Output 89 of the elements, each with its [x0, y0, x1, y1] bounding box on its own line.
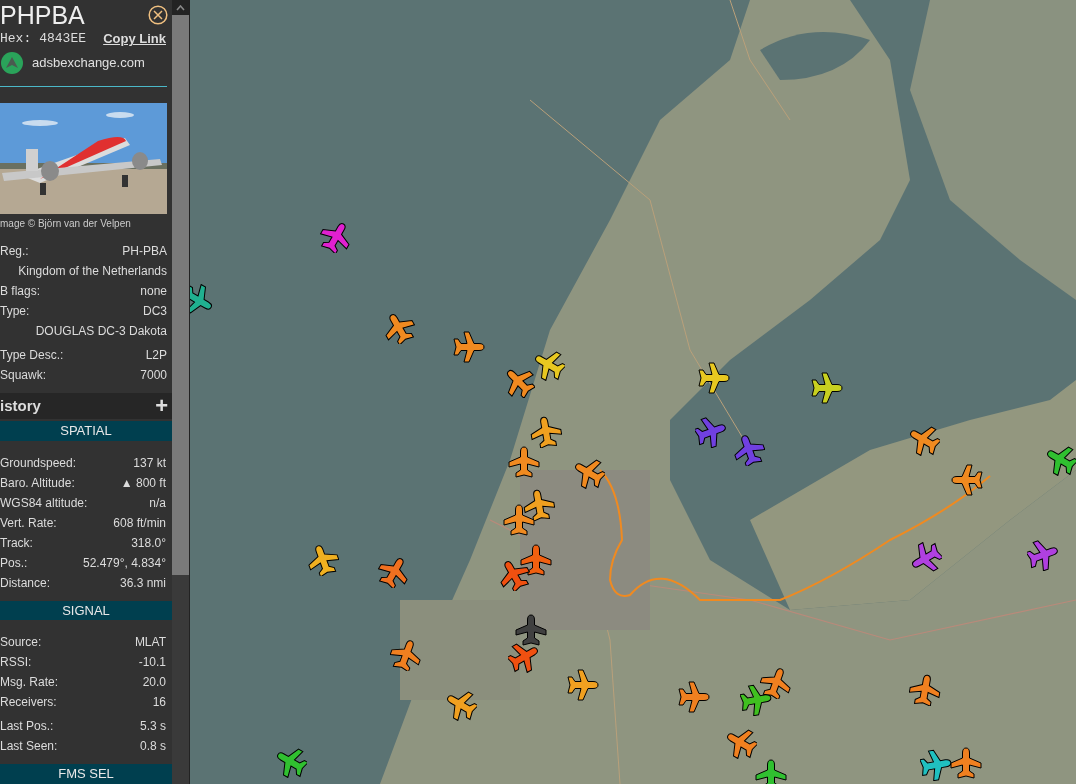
field-value: 608 ft/min	[113, 514, 166, 532]
field-label: B flags:	[0, 283, 41, 301]
field-value: none	[140, 283, 167, 301]
scrollbar[interactable]	[172, 0, 189, 784]
aircraft-icon[interactable]	[307, 544, 339, 576]
aircraft-icon[interactable]	[1027, 539, 1059, 571]
field-value: ▲ 800 ft	[120, 474, 166, 492]
field-value: 318.0°	[131, 534, 166, 552]
field-label: Type:	[0, 303, 30, 321]
aircraft-icon[interactable]	[533, 349, 565, 381]
field-value: 5.3 s	[140, 718, 166, 736]
hex-label: Hex:	[0, 30, 32, 49]
field-value: PH-PBA	[122, 243, 167, 261]
section-title: istory	[0, 395, 41, 416]
aircraft-icon[interactable]	[678, 681, 710, 713]
field-value: -10.1	[138, 654, 166, 672]
aircraft-icon[interactable]	[445, 689, 477, 721]
section-header: SIGNAL	[0, 600, 172, 621]
field-value: 7000	[140, 367, 167, 385]
aircraft-icon[interactable]	[811, 372, 843, 404]
source-link[interactable]: adsbexchange.com	[32, 53, 145, 73]
field-value: MLAT	[134, 634, 166, 652]
aircraft-icon[interactable]	[520, 544, 552, 576]
field-label: Type Desc.:	[0, 347, 64, 365]
aircraft-icon[interactable]	[909, 674, 941, 706]
aircraft-icon[interactable]	[760, 667, 792, 699]
aircraft-icon[interactable]	[390, 639, 422, 671]
photo-credit: mage © Björn van der Velpen	[0, 217, 132, 232]
field-label: Reg.:	[0, 243, 29, 261]
aircraft-icon[interactable]	[453, 331, 485, 363]
scroll-up-icon[interactable]	[176, 4, 185, 11]
aircraft-icon[interactable]	[1045, 444, 1076, 476]
field-label: Track:	[0, 534, 33, 552]
aircraft-icon[interactable]	[698, 362, 730, 394]
field-value: 52.479°, 4.834°	[83, 554, 166, 572]
scrollbar-thumb[interactable]	[172, 15, 189, 575]
aircraft-icon[interactable]	[567, 669, 599, 701]
aircraft-callsign: PHPBA	[0, 0, 85, 30]
field-label: RSSI:	[0, 654, 32, 672]
field-label: Last Pos.:	[0, 718, 54, 736]
field-label: Pos.:	[0, 554, 28, 572]
aircraft-icon[interactable]	[910, 542, 942, 574]
aircraft-icon[interactable]	[920, 749, 952, 781]
aircraft-icon[interactable]	[503, 504, 535, 536]
aircraft-icon[interactable]	[498, 559, 530, 591]
aircraft-icon[interactable]	[515, 614, 547, 646]
aircraft-icon[interactable]	[530, 416, 562, 448]
aircraft-icon[interactable]	[755, 759, 787, 784]
aircraft-icon[interactable]	[508, 641, 540, 673]
field-label: Squawk:	[0, 367, 47, 385]
field-value: 36.3 nmi	[119, 574, 166, 592]
aircraft-icon[interactable]	[320, 221, 352, 253]
expand-button[interactable]: +	[155, 394, 168, 417]
hex-code: 4843EE	[39, 30, 87, 49]
field-value: 16	[152, 694, 166, 712]
field-label: Vert. Rate:	[0, 514, 57, 532]
section-header: SPATIAL	[0, 420, 172, 441]
field-label: WGS84 altitude:	[0, 494, 88, 512]
aircraft-icon[interactable]	[508, 446, 540, 478]
field-value: n/a	[149, 494, 166, 512]
aircraft-icon[interactable]	[190, 284, 214, 316]
field-label: Source:	[0, 634, 42, 652]
field-label: Distance:	[0, 574, 51, 592]
aircraft-icon[interactable]	[950, 747, 982, 779]
aircraft-icon[interactable]	[951, 464, 983, 496]
logo-icon	[1, 51, 23, 74]
field-label: Groundspeed:	[0, 454, 77, 472]
aircraft-icon[interactable]	[523, 489, 555, 521]
field-value: 0.8 s	[140, 738, 166, 756]
field-label: Last Seen:	[0, 738, 58, 756]
field-label: Receivers:	[0, 694, 57, 712]
aircraft-icon[interactable]	[908, 424, 940, 456]
field-value: DC3	[143, 303, 167, 321]
aircraft-icon[interactable]	[725, 727, 757, 759]
field-label: Baro. Altitude:	[0, 474, 75, 492]
aircraft-icon[interactable]	[378, 556, 410, 588]
section-header: FMS SEL	[0, 764, 172, 784]
aircraft-icon[interactable]	[573, 457, 605, 489]
field-value: Kingdom of the Netherlands	[18, 263, 167, 281]
field-value: 20.0	[142, 674, 166, 692]
field-label: Msg. Rate:	[0, 674, 59, 692]
field-value: 137 kt	[133, 454, 166, 472]
field-value: L2P	[145, 347, 167, 365]
copy-link[interactable]: Copy Link	[103, 29, 166, 49]
aircraft-icon[interactable]	[275, 746, 307, 778]
aircraft-icon[interactable]	[740, 684, 772, 716]
field-value: DOUGLAS DC-3 Dakota	[35, 323, 167, 341]
aircraft-icon[interactable]	[383, 312, 415, 344]
close-button[interactable]	[148, 5, 168, 25]
